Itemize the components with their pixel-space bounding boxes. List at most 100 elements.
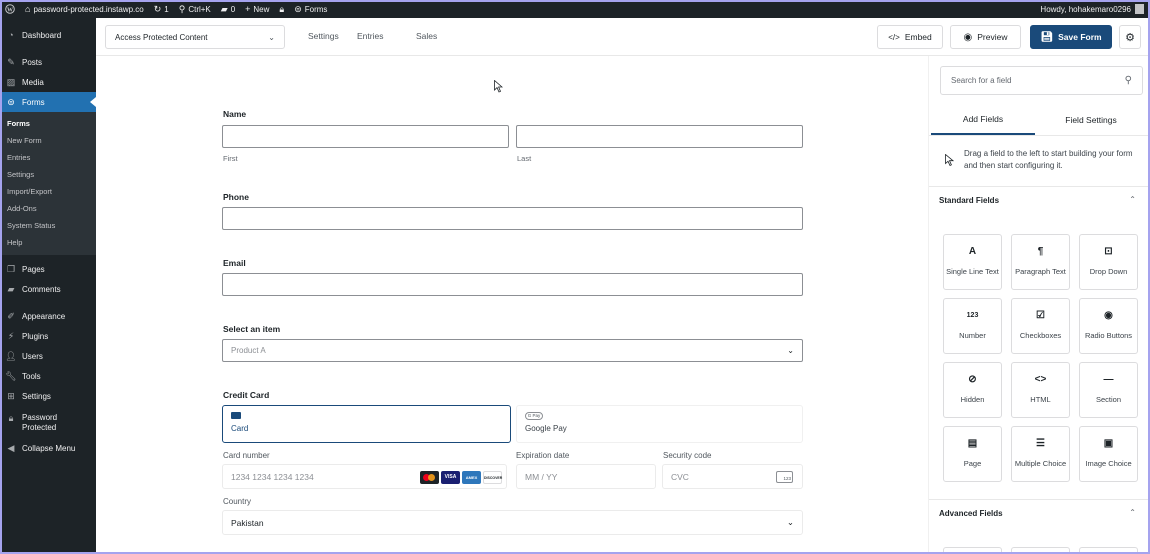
gear-icon: ⚙ [1125, 31, 1135, 44]
card-number-input[interactable]: 1234 1234 1234 1234 VISA AMEX DISCOVER [222, 464, 507, 489]
menu-media[interactable]: ▨ Media [0, 72, 96, 92]
comment-icon: ▰ [220, 3, 228, 14]
advanced-fields-header[interactable]: Advanced Fields [939, 509, 1003, 518]
avatar [1135, 4, 1144, 14]
tabs-divider [929, 135, 1149, 136]
pin-icon: ✎ [7, 56, 15, 67]
chevron-up-icon[interactable]: ⌃ [1129, 508, 1136, 517]
section-icon: — [1103, 374, 1114, 385]
field-search-input[interactable]: Search for a field ⚲ [940, 66, 1143, 95]
field-tile-label: Hidden [960, 395, 985, 404]
mastercard-icon [420, 471, 439, 484]
menu-users[interactable]: 👤︎ Users [0, 346, 96, 366]
tab-settings[interactable]: Settings [308, 31, 339, 41]
media-icon: ▨ [6, 76, 16, 87]
form-canvas: Name First Last Phone Email Select an it… [96, 56, 928, 554]
forms-icon: ⊜ [7, 96, 15, 107]
settings-gear-button[interactable]: ⚙ [1119, 25, 1141, 49]
field-tile-section[interactable]: — Section [1079, 362, 1138, 418]
embed-button[interactable]: </> Embed [877, 25, 943, 49]
field-tile-drop-down[interactable]: ⊡ Drop Down [1079, 234, 1138, 290]
standard-fields-header[interactable]: Standard Fields [939, 196, 999, 205]
menu-plugins[interactable]: ⚡︎ Plugins [0, 326, 96, 346]
cvc-label: Security code [663, 451, 712, 460]
form-editor-toolbar: Access Protected Content ⌄ Settings Entr… [96, 18, 1148, 56]
field-tile-radio-buttons[interactable]: ◉ Radio Buttons [1079, 298, 1138, 354]
menu-dashboard[interactable]: ◔ Dashboard [0, 25, 96, 45]
field-tile-single-line-text[interactable]: A Single Line Text [943, 234, 1002, 290]
submenu-entries[interactable]: Entries [0, 149, 96, 166]
submenu-settings[interactable]: Settings [0, 166, 96, 183]
email-input[interactable] [222, 273, 803, 296]
field-tile-hidden[interactable]: ⊘ Hidden [943, 362, 1002, 418]
tab-entries[interactable]: Entries [357, 31, 383, 41]
home-icon: ⌂ [25, 3, 31, 14]
field-tile-page[interactable]: ▤ Page [943, 426, 1002, 482]
phone-input[interactable] [222, 207, 803, 230]
lock-link[interactable]: 🔒︎ [274, 0, 289, 18]
last-name-input[interactable] [516, 125, 803, 148]
submenu-new-form[interactable]: New Form [0, 132, 96, 149]
mouse-cursor-icon [494, 80, 503, 93]
menu-collapse[interactable]: ◀ Collapse Menu [0, 438, 96, 458]
payment-method-google-pay[interactable]: G Pay Google Pay [516, 405, 803, 443]
lock-icon: 🔒︎ [8, 412, 14, 423]
field-tile[interactable] [1079, 547, 1138, 554]
new-content-link[interactable]: + New [240, 0, 274, 18]
comment-icon: ▰ [7, 283, 15, 294]
card-brand-logos: VISA AMEX DISCOVER [420, 471, 502, 484]
submenu-help[interactable]: Help [0, 234, 96, 251]
tab-field-settings[interactable]: Field Settings [1039, 104, 1143, 135]
cvc-input[interactable]: CVC 123 [662, 464, 803, 489]
site-name-link[interactable]: ⌂ password-protected.instawp.co [20, 0, 149, 18]
field-tile-number[interactable]: 123 Number [943, 298, 1002, 354]
first-name-input[interactable] [222, 125, 509, 148]
paragraph-text-icon: ¶ [1037, 246, 1044, 257]
menu-forms[interactable]: ⊜ Forms [0, 92, 96, 112]
field-tile-multiple-choice[interactable]: ☰ Multiple Choice [1011, 426, 1070, 482]
dashboard-icon: ◔ [8, 30, 14, 40]
menu-settings[interactable]: ⊞ Settings [0, 386, 96, 406]
submenu-import-export[interactable]: Import/Export [0, 183, 96, 200]
updates-link[interactable]: ↻ 1 [149, 0, 174, 18]
html-icon: <> [1034, 374, 1047, 385]
field-tile-image-choice[interactable]: ▣ Image Choice [1079, 426, 1138, 482]
tab-sales[interactable]: Sales [416, 31, 437, 41]
chevron-down-icon: ⌄ [787, 346, 794, 355]
menu-appearance[interactable]: ✐ Appearance [0, 306, 96, 326]
command-search[interactable]: ⚲ Ctrl+K [174, 0, 216, 18]
email-label: Email [223, 258, 246, 268]
search-icon: ⚲ [178, 3, 186, 14]
field-tile-paragraph-text[interactable]: ¶ Paragraph Text [1011, 234, 1070, 290]
payment-method-card[interactable]: Card [222, 405, 511, 443]
tab-add-fields[interactable]: Add Fields [931, 104, 1035, 135]
code-icon: </> [888, 32, 900, 42]
submenu-forms[interactable]: Forms [0, 115, 96, 132]
country-select[interactable]: Pakistan ⌄ [222, 510, 803, 535]
menu-posts[interactable]: ✎ Posts [0, 52, 96, 72]
menu-pages[interactable]: ❐ Pages [0, 259, 96, 279]
cvc-card-icon: 123 [776, 471, 793, 483]
forms-link[interactable]: ⊜ Forms [289, 0, 332, 18]
field-tile[interactable] [943, 547, 1002, 554]
menu-password-protected[interactable]: 🔒︎ Password Protected [0, 410, 96, 438]
section-divider [929, 186, 1149, 187]
preview-button[interactable]: ◉ Preview [950, 25, 1021, 49]
field-tile-checkboxes[interactable]: ☑ Checkboxes [1011, 298, 1070, 354]
menu-comments[interactable]: ▰ Comments [0, 279, 96, 299]
submenu-add-ons[interactable]: Add-Ons [0, 200, 96, 217]
menu-tools[interactable]: 🔧︎ Tools [0, 366, 96, 386]
visa-icon: VISA [441, 471, 460, 484]
field-tile[interactable] [1011, 547, 1070, 554]
form-switcher-dropdown[interactable]: Access Protected Content ⌄ [105, 25, 285, 49]
save-form-button[interactable]: 💾︎ Save Form [1030, 25, 1112, 49]
comments-link[interactable]: ▰ 0 [216, 0, 240, 18]
google-pay-icon: G Pay [525, 412, 543, 420]
field-tile-html[interactable]: <> HTML [1011, 362, 1070, 418]
expiry-input[interactable]: MM / YY [516, 464, 656, 489]
wordpress-logo-icon[interactable]: W [0, 0, 20, 18]
submenu-system-status[interactable]: System Status [0, 217, 96, 234]
chevron-up-icon[interactable]: ⌃ [1129, 195, 1136, 204]
my-account[interactable]: Howdy, hohakemaro0296 [1040, 4, 1150, 14]
product-select[interactable]: Product A ⌄ [222, 339, 803, 362]
